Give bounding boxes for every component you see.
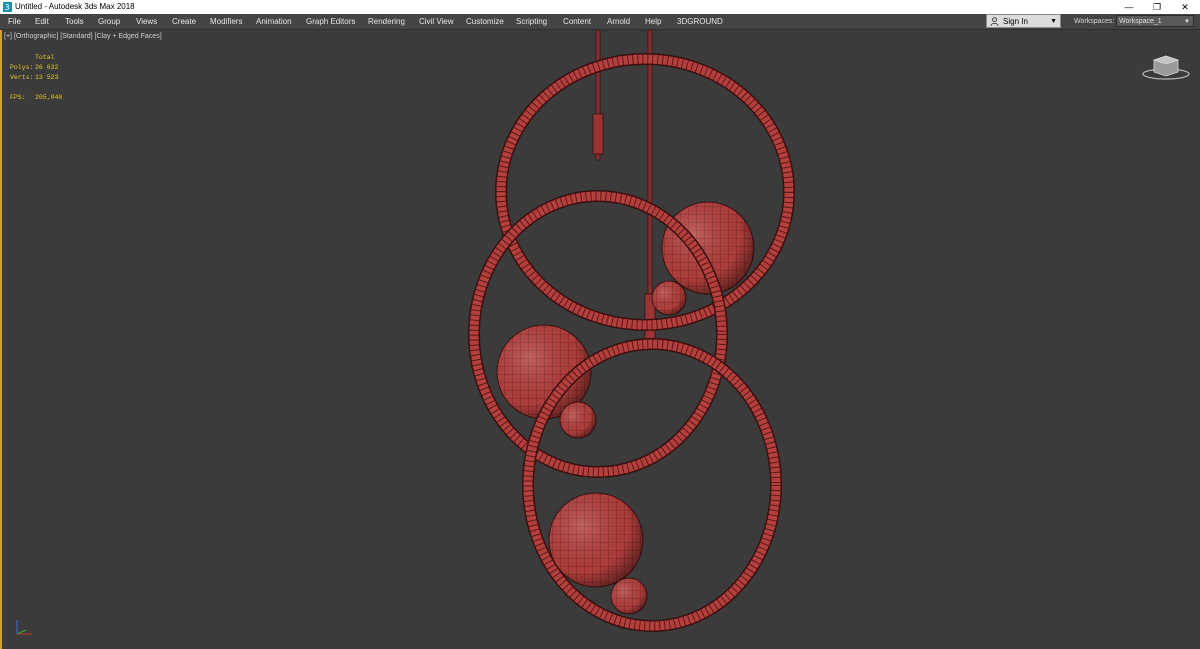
sphere-top-small-shade bbox=[652, 281, 686, 315]
svg-text:3: 3 bbox=[5, 3, 10, 12]
menu-edit[interactable]: Edit bbox=[35, 14, 49, 29]
menu-group[interactable]: Group bbox=[98, 14, 120, 29]
sphere-bottom-small-shade bbox=[611, 578, 647, 614]
ring-top-fill bbox=[496, 54, 794, 330]
sphere-middle-small-shade bbox=[560, 402, 596, 438]
viewport-menu-shading[interactable]: [Standard] bbox=[60, 33, 92, 40]
menu-views[interactable]: Views bbox=[136, 14, 157, 29]
ring-bottom-fill bbox=[523, 339, 781, 631]
workspaces-select[interactable]: Workspace_1 ▼ bbox=[1116, 15, 1194, 27]
chevron-down-icon: ▼ bbox=[1050, 18, 1057, 25]
workspaces-value: Workspace_1 bbox=[1119, 18, 1162, 25]
minimize-button[interactable]: — bbox=[1114, 0, 1144, 14]
menu-civil-view[interactable]: Civil View bbox=[419, 14, 454, 29]
sign-in-dropdown[interactable]: Sign In ▼ bbox=[986, 14, 1061, 28]
polys-value: 26 632 bbox=[35, 64, 59, 71]
chevron-down-icon: ▼ bbox=[1184, 19, 1190, 25]
fps-label: FPS: bbox=[10, 94, 26, 101]
viewport-menu-plus[interactable]: [+] bbox=[4, 33, 12, 40]
restore-button[interactable]: ❐ bbox=[1142, 0, 1172, 14]
menu-3dground[interactable]: 3DGROUND bbox=[677, 14, 723, 29]
viewport-label: [+] [Orthographic] [Standard] [Clay + Ed… bbox=[4, 33, 162, 40]
title-bar: 3 Untitled - Autodesk 3ds Max 2018 — ❐ ✕ bbox=[0, 0, 1200, 14]
menu-rendering[interactable]: Rendering bbox=[368, 14, 405, 29]
menu-animation[interactable]: Animation bbox=[256, 14, 292, 29]
sphere-bottom-large-shade bbox=[549, 493, 643, 587]
scene-render bbox=[468, 30, 795, 632]
stats-header: Total bbox=[35, 54, 55, 61]
axis-tripod-icon bbox=[16, 620, 32, 635]
viewport-menu-mode[interactable]: [Clay + Edged Faces] bbox=[95, 33, 162, 40]
close-button[interactable]: ✕ bbox=[1170, 0, 1200, 14]
viewport-menu-view[interactable]: [Orthographic] bbox=[14, 33, 58, 40]
window-title: Untitled - Autodesk 3ds Max 2018 bbox=[15, 2, 135, 11]
menu-create[interactable]: Create bbox=[172, 14, 196, 29]
menu-modifiers[interactable]: Modifiers bbox=[210, 14, 242, 29]
viewcube-icon[interactable] bbox=[1142, 50, 1190, 80]
rod-left-joint bbox=[592, 113, 604, 155]
user-icon bbox=[990, 17, 999, 26]
menu-help[interactable]: Help bbox=[645, 14, 661, 29]
menu-customize[interactable]: Customize bbox=[466, 14, 504, 29]
rod-right bbox=[647, 30, 653, 341]
menu-graph-editors[interactable]: Graph Editors bbox=[306, 14, 355, 29]
fps-value: 205,040 bbox=[35, 94, 63, 101]
menu-file[interactable]: File bbox=[8, 14, 21, 29]
menu-arnold[interactable]: Arnold bbox=[607, 14, 630, 29]
polys-label: Polys: bbox=[10, 64, 34, 71]
menu-content[interactable]: Content bbox=[563, 14, 591, 29]
workspaces-label: Workspaces: bbox=[1074, 18, 1115, 25]
menu-tools[interactable]: Tools bbox=[65, 14, 84, 29]
verts-value: 13 523 bbox=[35, 74, 59, 81]
app-icon: 3 bbox=[3, 2, 12, 12]
sign-in-label: Sign In bbox=[1003, 17, 1028, 26]
verts-label: Verts: bbox=[10, 74, 34, 81]
menu-scripting[interactable]: Scripting bbox=[516, 14, 547, 29]
